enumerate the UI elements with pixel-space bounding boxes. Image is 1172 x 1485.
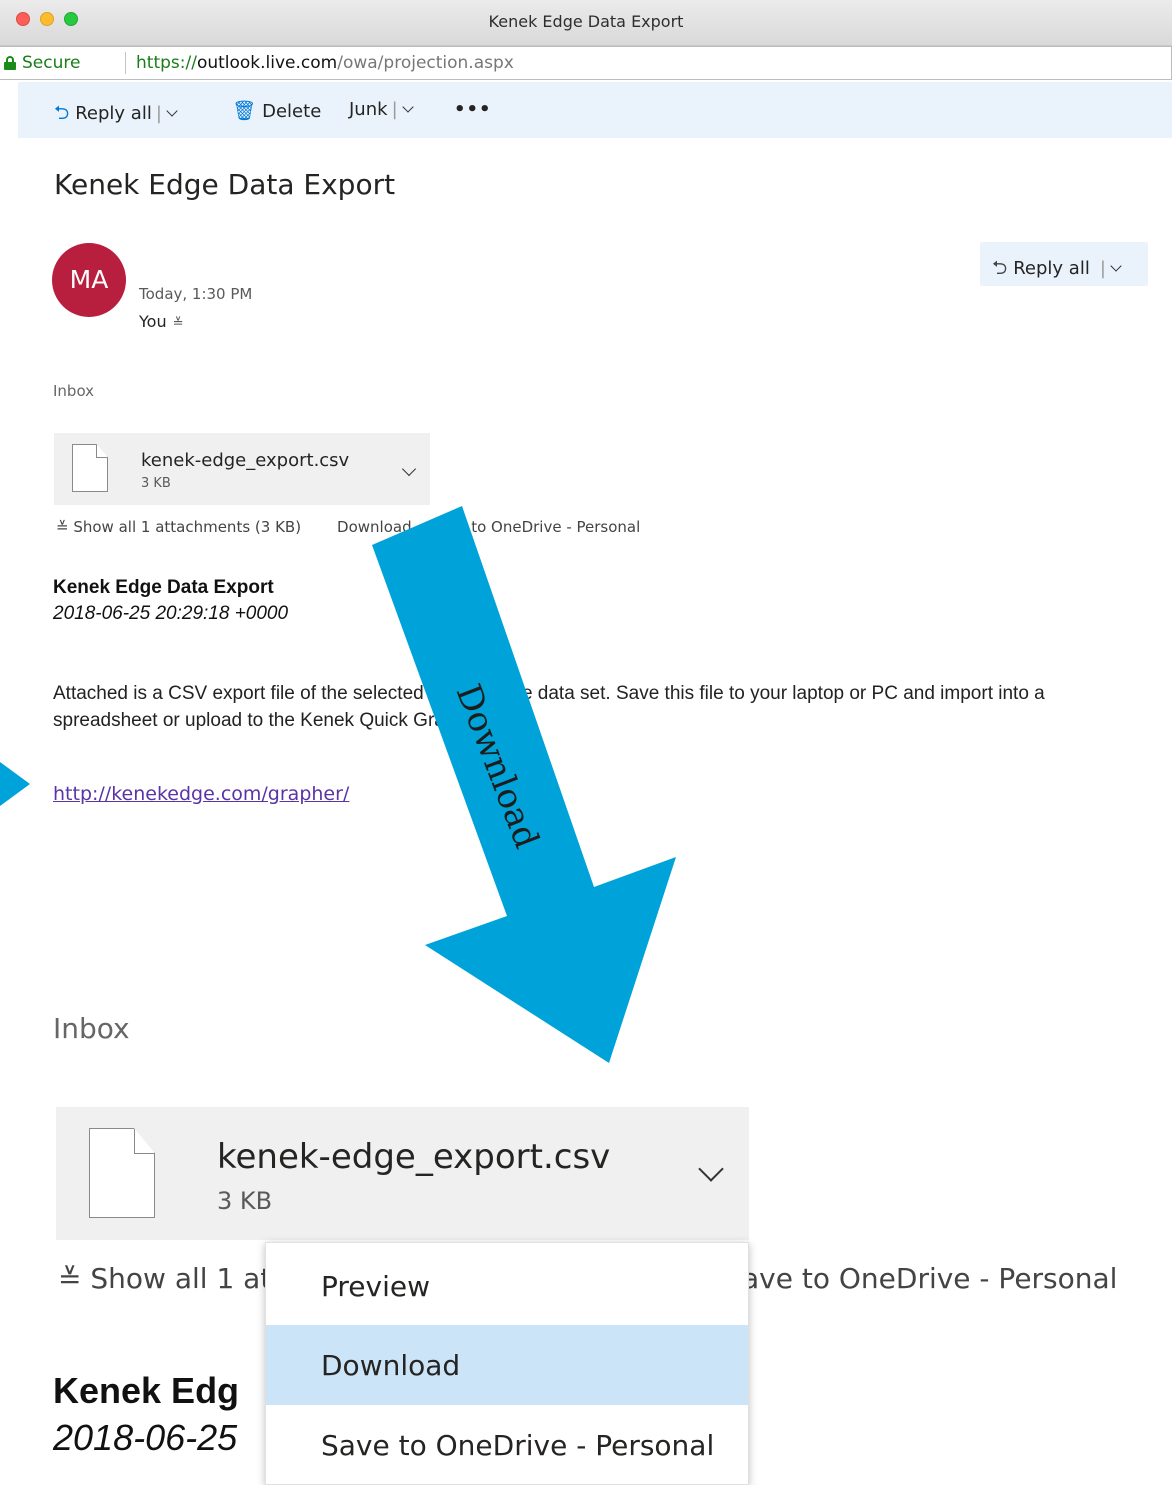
chevron-down-icon[interactable] bbox=[1110, 260, 1122, 272]
zoomed-attachment-card[interactable]: kenek-edge_export.csv 3 KB bbox=[56, 1107, 749, 1240]
delete-label: Delete bbox=[262, 101, 322, 122]
url-text[interactable]: https://outlook.live.com/owa/projection.… bbox=[136, 53, 514, 73]
download-link[interactable]: Download bbox=[337, 518, 412, 536]
address-separator bbox=[125, 52, 126, 74]
trash-icon: 🗑 bbox=[232, 100, 257, 122]
message-timestamp: Today, 1:30 PM bbox=[139, 285, 253, 303]
zoomed-attachment-size: 3 KB bbox=[217, 1187, 273, 1215]
message-subject: Kenek Edge Data Export bbox=[54, 168, 396, 201]
secure-label: Secure bbox=[22, 53, 81, 73]
expand-recipients-icon[interactable]: ≚ bbox=[173, 316, 184, 331]
attachment-actions: ≚ Show all 1 attachments (3 KB) Download S… bbox=[56, 518, 658, 536]
message-toolbar: ⮌ Reply all | 🗑 Delete Junk | ••• bbox=[18, 82, 1172, 138]
window-title: Kenek Edge Data Export bbox=[488, 12, 684, 31]
menu-item-preview[interactable]: Preview bbox=[266, 1246, 748, 1326]
save-to-onedrive-link[interactable]: Save to OneDrive - Personal bbox=[430, 518, 641, 536]
download-arrow-shape bbox=[372, 506, 676, 1063]
reply-all-icon: ⮌ bbox=[992, 257, 1008, 279]
file-icon bbox=[72, 444, 108, 492]
body-date: 2018-06-25 20:29:18 +0000 bbox=[53, 603, 289, 624]
zoomed-show-all-link[interactable]: ≚ Show all 1 at bbox=[58, 1262, 271, 1295]
body-title: Kenek Edge Data Export bbox=[53, 577, 274, 598]
zoomed-attachment-name: kenek-edge_export.csv bbox=[217, 1137, 611, 1177]
reply-all-label: Reply all bbox=[75, 103, 152, 124]
body-paragraph: Attached is a CSV export file of the sel… bbox=[53, 683, 1045, 731]
chevron-down-icon[interactable] bbox=[698, 1156, 724, 1182]
junk-label: Junk bbox=[349, 99, 388, 120]
attachment-size: 3 KB bbox=[141, 476, 171, 491]
junk-button[interactable]: Junk | bbox=[349, 99, 414, 120]
split-divider: | bbox=[1099, 258, 1106, 279]
window-titlebar: Kenek Edge Data Export bbox=[0, 0, 1172, 46]
annotation-arrow-left-fragment bbox=[0, 762, 30, 806]
attachment-card[interactable]: kenek-edge_export.csv 3 KB bbox=[54, 433, 430, 505]
menu-item-save-to-onedrive[interactable]: Save to OneDrive - Personal bbox=[266, 1405, 748, 1485]
file-icon bbox=[89, 1128, 155, 1218]
url-path: /owa/projection.aspx bbox=[337, 53, 514, 73]
chevron-down-icon[interactable] bbox=[401, 101, 414, 113]
menu-item-download[interactable]: Download bbox=[266, 1325, 748, 1405]
recipient-line[interactable]: You ≚ bbox=[139, 312, 183, 331]
address-bar[interactable]: Secure https://outlook.live.com/owa/proj… bbox=[0, 46, 1172, 80]
split-divider: | bbox=[391, 99, 398, 120]
zoomed-folder-label: Inbox bbox=[53, 1012, 130, 1045]
folder-label: Inbox bbox=[53, 382, 95, 400]
chevron-down-icon[interactable] bbox=[166, 105, 178, 117]
show-all-attachments-link[interactable]: ≚ Show all 1 attachments (3 KB) bbox=[56, 518, 319, 536]
delete-button[interactable]: 🗑 Delete bbox=[232, 99, 321, 122]
reply-all-button[interactable]: ⮌ Reply all | bbox=[980, 242, 1148, 286]
zoomed-body-date: 2018-06-25 bbox=[53, 1417, 238, 1458]
url-host: outlook.live.com bbox=[196, 53, 338, 73]
attachment-name: kenek-edge_export.csv bbox=[141, 450, 350, 471]
reply-all-label: Reply all bbox=[1013, 258, 1090, 279]
chevron-down-icon[interactable] bbox=[401, 461, 417, 477]
lock-icon bbox=[4, 56, 16, 70]
zoomed-body-title: Kenek Edg bbox=[53, 1370, 240, 1411]
split-divider: | bbox=[155, 103, 162, 124]
url-scheme: https:// bbox=[136, 53, 197, 73]
recipient-name: You bbox=[139, 312, 167, 331]
more-actions-button[interactable]: ••• bbox=[454, 99, 492, 120]
avatar[interactable]: MA bbox=[52, 243, 126, 317]
reply-all-icon: ⮌ bbox=[54, 102, 70, 124]
zoomed-save-onedrive-link[interactable]: ave to OneDrive - Personal bbox=[742, 1262, 1117, 1295]
attachment-context-menu: Preview Download Save to OneDrive - Pers… bbox=[265, 1242, 749, 1485]
reply-all-toolbar-button[interactable]: ⮌ Reply all | bbox=[54, 99, 178, 131]
grapher-link[interactable]: http://kenekedge.com/grapher/ bbox=[53, 783, 349, 805]
